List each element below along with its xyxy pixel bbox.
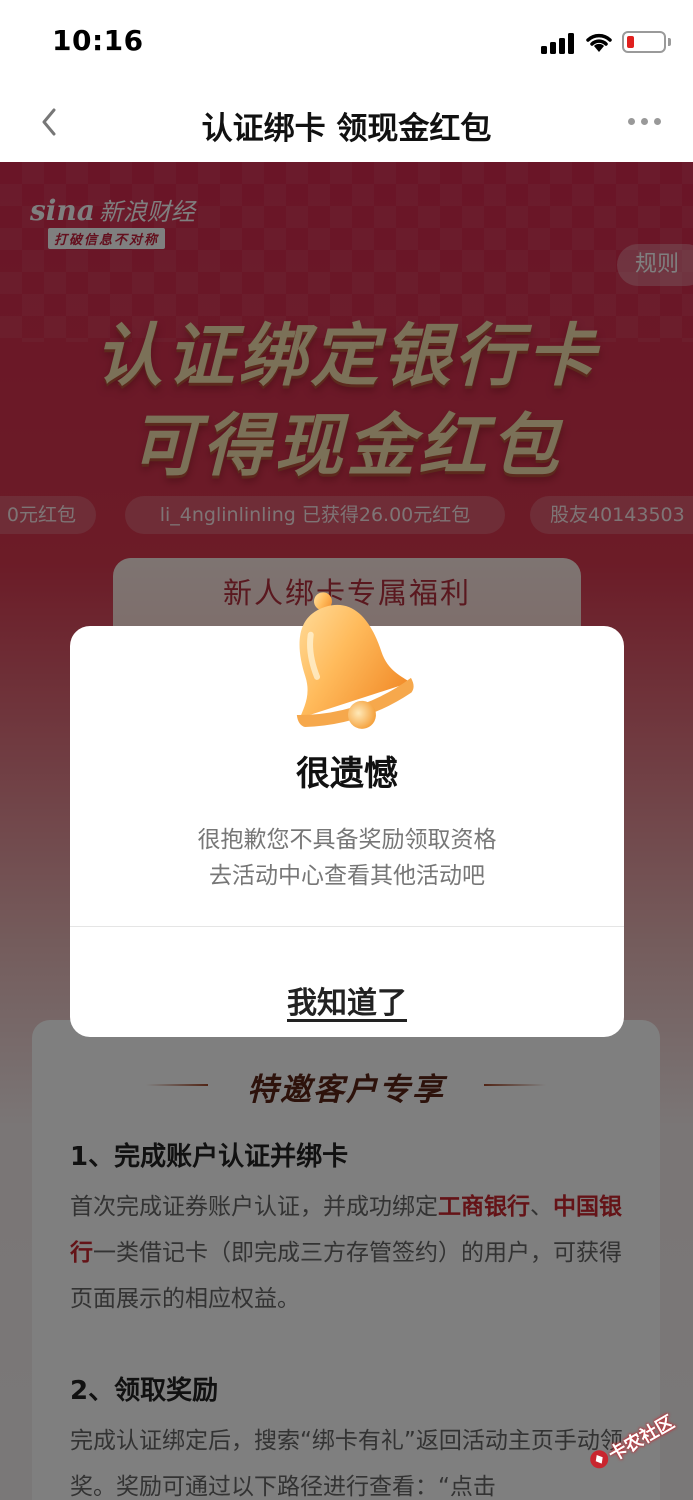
battery-icon: [622, 31, 666, 53]
more-options-icon[interactable]: [628, 118, 662, 126]
watermark-text: 卡农社区: [605, 1411, 679, 1466]
confirm-button-label: 我知道了: [287, 985, 407, 1021]
battery-cap: [668, 38, 671, 46]
status-time: 10:16: [52, 24, 144, 57]
page-title: 认证绑卡 领现金红包: [201, 111, 492, 147]
confirm-button[interactable]: 我知道了: [70, 926, 624, 1037]
dialog-message-line-2: 去活动中心查看其他活动吧: [209, 863, 485, 889]
status-bar: 10:16: [0, 0, 693, 84]
cellular-signal-icon: [541, 32, 577, 54]
dialog-title: 很遗憾: [296, 754, 398, 794]
nav-bar: 认证绑卡 领现金红包: [0, 84, 693, 162]
bell-icon: [296, 592, 414, 729]
dialog-message-line-1: 很抱歉您不具备奖励领取资格: [197, 827, 497, 853]
wifi-icon: [586, 33, 612, 52]
